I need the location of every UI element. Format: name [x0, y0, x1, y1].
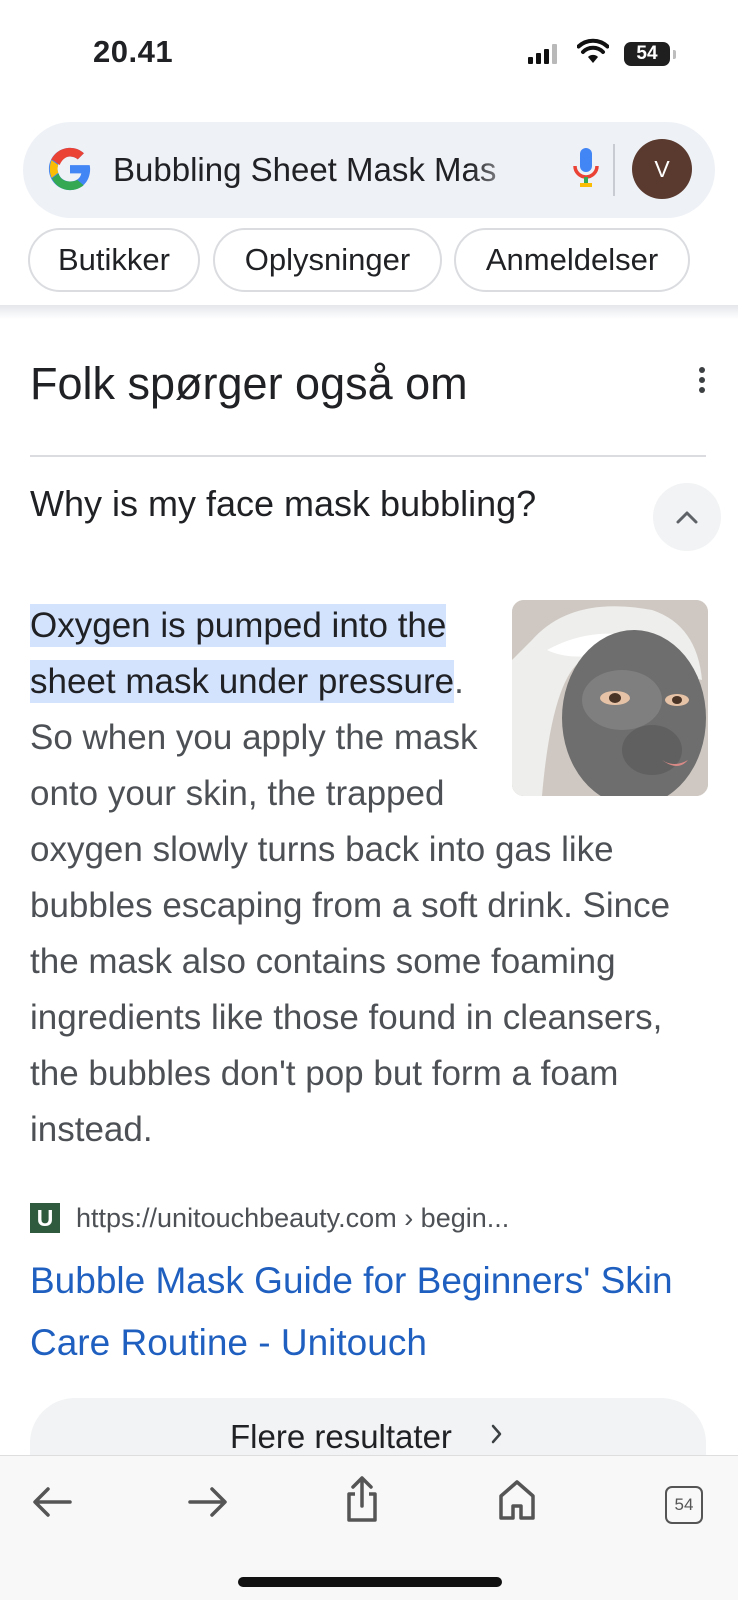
battery-indicator: 54 — [624, 42, 676, 66]
cellular-signal-icon — [528, 44, 557, 64]
answer-highlight: Oxygen is pumped into the sheet mask und… — [30, 604, 455, 703]
chip-anmeldelser[interactable]: Anmeldelser — [454, 228, 690, 292]
more-results-label: Flere resultater — [230, 1418, 452, 1455]
collapse-button[interactable] — [653, 483, 721, 551]
chip-butikker[interactable]: Butikker — [28, 228, 200, 292]
section-title: Folk spørger også om — [30, 358, 468, 409]
home-indicator — [238, 1577, 502, 1587]
source-url[interactable]: https://unitouchbeauty.com › begin... — [76, 1203, 509, 1234]
status-bar: 20.41 54 — [0, 0, 738, 110]
tabs-button[interactable]: 54 — [665, 1486, 703, 1524]
back-arrow-icon[interactable] — [30, 1482, 74, 1522]
search-bar-divider — [613, 144, 615, 196]
forward-arrow-icon[interactable] — [186, 1482, 230, 1522]
more-options-icon[interactable] — [698, 366, 706, 394]
answer-snippet: Oxygen is pumped into the sheet mask und… — [30, 598, 718, 1158]
section-divider — [30, 455, 706, 457]
home-icon[interactable] — [497, 1478, 537, 1522]
chip-oplysninger[interactable]: Oplysninger — [213, 228, 442, 292]
site-favicon-icon: U — [30, 1203, 60, 1233]
google-logo-icon — [48, 147, 91, 191]
search-query-text[interactable]: Bubbling Sheet Mask Mas — [113, 151, 533, 189]
status-time: 20.41 — [93, 34, 174, 69]
header-divider — [0, 305, 738, 319]
face-mask-photo — [512, 600, 708, 796]
chevron-right-icon — [491, 1424, 502, 1444]
result-title-link[interactable]: Bubble Mask Guide for Beginners' Skin Ca… — [30, 1250, 720, 1374]
account-avatar[interactable]: V — [632, 139, 692, 199]
chevron-up-icon — [676, 511, 698, 524]
question-text[interactable]: Why is my face mask bubbling? — [30, 483, 536, 525]
answer-thumbnail-image[interactable] — [512, 600, 708, 796]
microphone-icon[interactable] — [571, 146, 601, 190]
share-icon[interactable] — [344, 1474, 380, 1524]
source-link[interactable]: U https://unitouchbeauty.com › begin... — [30, 1200, 509, 1236]
wifi-icon — [577, 38, 609, 63]
search-bar[interactable]: Bubbling Sheet Mask Mas V — [23, 122, 715, 218]
